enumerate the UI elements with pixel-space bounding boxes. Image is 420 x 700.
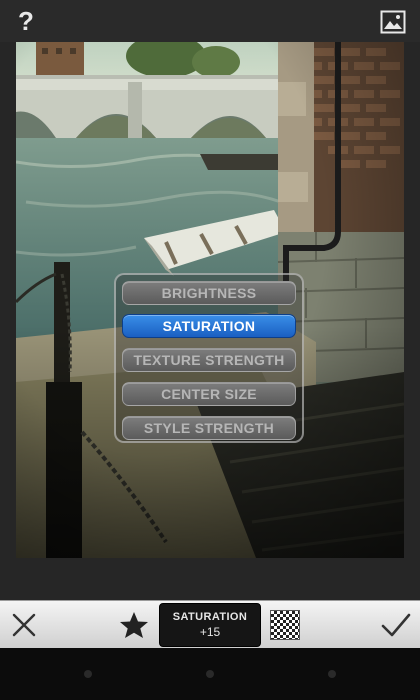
menu-item-center-size[interactable]: CENTER SIZE: [122, 382, 296, 406]
compare-button[interactable]: [266, 601, 304, 649]
favorite-button[interactable]: [114, 601, 154, 649]
checkerboard-icon: [270, 610, 300, 640]
top-bar: ?: [0, 0, 420, 42]
parameter-value: +15: [199, 625, 221, 639]
menu-item-texture-strength[interactable]: TEXTURE STRENGTH: [122, 348, 296, 372]
parameter-display[interactable]: SATURATION +15: [159, 603, 261, 647]
parameter-name: SATURATION: [172, 611, 248, 623]
menu-item-saturation[interactable]: SATURATION: [122, 314, 296, 338]
help-icon[interactable]: ?: [14, 6, 38, 36]
star-icon: [120, 612, 148, 638]
nav-home-dot[interactable]: [206, 670, 214, 678]
menu-item-style-strength[interactable]: STYLE STRENGTH: [122, 416, 296, 440]
open-image-icon[interactable]: [380, 10, 406, 34]
apply-button[interactable]: [372, 601, 420, 649]
menu-item-brightness[interactable]: BRIGHTNESS: [122, 281, 296, 305]
nav-back-dot[interactable]: [84, 670, 92, 678]
bottom-toolbar: SATURATION +15: [0, 600, 420, 649]
apply-checkmark-icon: [381, 613, 411, 637]
parameter-menu: BRIGHTNESS SATURATION TEXTURE STRENGTH C…: [114, 273, 304, 443]
cancel-icon: [12, 613, 36, 637]
system-nav-bar: [0, 648, 420, 700]
nav-recents-dot[interactable]: [328, 670, 336, 678]
cancel-button[interactable]: [0, 601, 48, 649]
